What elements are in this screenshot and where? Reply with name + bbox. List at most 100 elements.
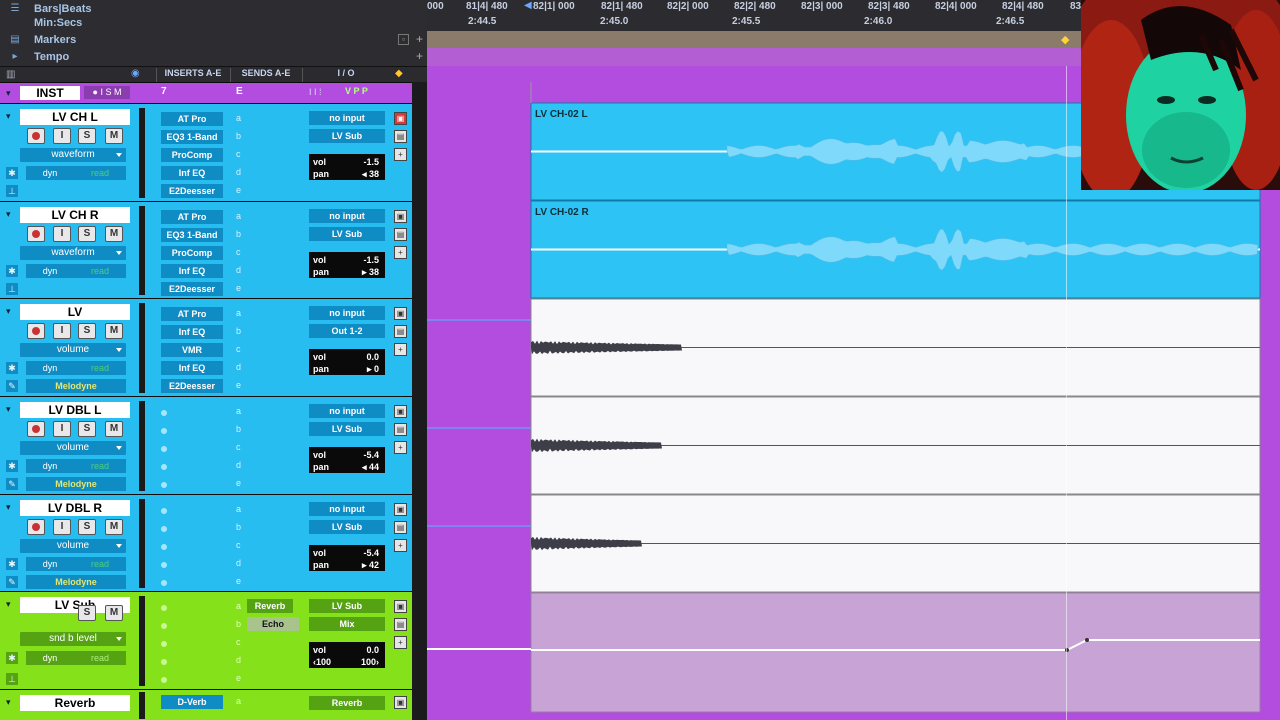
add-send-button[interactable]: +: [394, 148, 407, 161]
record-arm-button[interactable]: [27, 226, 45, 242]
volume-value[interactable]: -5.4: [363, 450, 379, 460]
pan-value[interactable]: ▸ 42: [362, 560, 379, 571]
clip-lv-ch-r[interactable]: LV CH-02 R: [530, 200, 1261, 299]
send-slot-a[interactable]: a: [236, 308, 241, 318]
io-window-button[interactable]: ▤: [394, 228, 407, 241]
output-selector[interactable]: Reverb: [309, 696, 385, 710]
empty-insert-slot[interactable]: [161, 508, 167, 514]
volume-pan-display[interactable]: vol 0.0 pan ▸ 0: [309, 349, 385, 375]
output-selector[interactable]: Out 1-2: [309, 324, 385, 338]
pan-left-value[interactable]: ‹100: [313, 657, 331, 667]
empty-insert-slot[interactable]: [161, 464, 167, 470]
solo-button[interactable]: S: [78, 421, 96, 437]
send-echo[interactable]: Echo: [247, 617, 299, 631]
io-window-button[interactable]: ▤: [394, 325, 407, 338]
marker-window-button[interactable]: ▫: [398, 34, 409, 45]
insert-slot[interactable]: AT Pro: [161, 307, 223, 321]
volume-pan-display[interactable]: vol -1.5 pan ◂ 38: [309, 154, 385, 180]
automation-mode-selector[interactable]: read: [74, 166, 126, 180]
volume-value[interactable]: -1.5: [363, 157, 379, 167]
lane-toggle-icon[interactable]: ⊥: [6, 185, 18, 197]
add-send-button[interactable]: +: [394, 539, 407, 552]
insert-slot[interactable]: ProComp: [161, 148, 223, 162]
dyn-button[interactable]: dyn: [26, 361, 74, 375]
volume-pan-display[interactable]: vol -5.4 pan ◂ 44: [309, 447, 385, 473]
empty-insert-slot[interactable]: [161, 623, 167, 629]
collapse-icon[interactable]: ▾: [6, 306, 11, 317]
input-selector[interactable]: no input: [309, 209, 385, 223]
track-name[interactable]: Reverb: [20, 695, 130, 711]
collapse-icon[interactable]: ▾: [6, 502, 11, 513]
track-name[interactable]: INST: [20, 86, 80, 100]
dyn-button[interactable]: dyn: [26, 459, 74, 473]
send-slot-a[interactable]: a: [236, 696, 241, 706]
volume-pan-display[interactable]: vol 0.0 ‹100 100›: [309, 642, 385, 668]
insert-slot[interactable]: ProComp: [161, 246, 223, 260]
ruler-markers[interactable]: ▤ Markers ▫ +: [0, 31, 427, 48]
mute-button[interactable]: M: [105, 605, 123, 621]
insert-slot[interactable]: D-Verb: [161, 695, 223, 709]
clip-lv-dbl-r[interactable]: [530, 494, 1261, 593]
output-window-button[interactable]: ▣: [394, 210, 407, 223]
insert-slot[interactable]: E2Deesser: [161, 184, 223, 198]
dyn-button[interactable]: dyn: [26, 166, 74, 180]
pan-value[interactable]: ▸ 0: [367, 364, 379, 375]
empty-insert-slot[interactable]: [161, 677, 167, 683]
expand-triangle-icon[interactable]: ▸: [8, 50, 22, 63]
track-lv-dbl-r[interactable]: ▾ LV DBL R I S Mvolume ✱ dyn read ✎ Melodyne a b c d e…: [0, 494, 412, 591]
output-selector[interactable]: LV Sub: [309, 129, 385, 143]
mute-button[interactable]: M: [105, 128, 123, 144]
insert-slot[interactable]: AT Pro: [161, 112, 223, 126]
track-name[interactable]: LV CH R: [20, 207, 130, 223]
asterisk-icon[interactable]: ✱: [6, 558, 18, 570]
asterisk-icon[interactable]: ✱: [6, 167, 18, 179]
empty-insert-slot[interactable]: [161, 446, 167, 452]
pan-right-value[interactable]: 100›: [361, 657, 379, 667]
add-tempo-button[interactable]: +: [416, 49, 423, 63]
pan-value[interactable]: ◂ 44: [362, 462, 379, 473]
volume-pan-display[interactable]: vol -5.4 pan ▸ 42: [309, 545, 385, 571]
collapse-icon[interactable]: ▾: [6, 404, 11, 415]
send-slot-d[interactable]: d: [236, 167, 241, 177]
collapse-icon[interactable]: ▾: [6, 209, 11, 220]
track-view-selector[interactable]: volume: [20, 539, 126, 553]
input-monitor-button[interactable]: I: [53, 421, 71, 437]
send-slot-a[interactable]: a: [236, 113, 241, 123]
volume-value[interactable]: -1.5: [363, 255, 379, 265]
pan-value[interactable]: ◂ 38: [362, 169, 379, 180]
solo-button[interactable]: S: [78, 519, 96, 535]
send-slot-b[interactable]: b: [236, 522, 241, 532]
record-arm-button[interactable]: [27, 421, 45, 437]
send-slot-e[interactable]: e: [236, 673, 241, 683]
asterisk-icon[interactable]: ✱: [6, 652, 18, 664]
volume-value[interactable]: 0.0: [366, 645, 379, 655]
send-slot-b[interactable]: b: [236, 424, 241, 434]
send-slot-b[interactable]: b: [236, 326, 241, 336]
empty-insert-slot[interactable]: [161, 659, 167, 665]
io-window-button[interactable]: ▤: [394, 618, 407, 631]
mute-button[interactable]: M: [105, 421, 123, 437]
add-send-button[interactable]: +: [394, 441, 407, 454]
output-selector[interactable]: LV Sub: [309, 227, 385, 241]
melodyne-plugin-button[interactable]: Melodyne: [26, 575, 126, 589]
automation-mode-selector[interactable]: read: [74, 557, 126, 571]
input-monitor-button[interactable]: I: [53, 323, 71, 339]
insert-slot[interactable]: E2Deesser: [161, 282, 223, 296]
empty-insert-slot[interactable]: [161, 526, 167, 532]
track-name[interactable]: LV: [20, 304, 130, 320]
send-slot-e[interactable]: e: [236, 576, 241, 586]
melodyne-icon[interactable]: ✎: [6, 576, 18, 588]
input-selector[interactable]: no input: [309, 111, 385, 125]
send-slot-c[interactable]: c: [236, 540, 241, 550]
empty-insert-slot[interactable]: [161, 544, 167, 550]
mute-button[interactable]: M: [105, 226, 123, 242]
inst-track-buttons[interactable]: ● I S M: [84, 86, 130, 99]
dyn-button[interactable]: dyn: [26, 264, 74, 278]
track-name[interactable]: LV DBL R: [20, 500, 130, 516]
send-slot-c[interactable]: c: [236, 442, 241, 452]
io-window-button[interactable]: ▤: [394, 521, 407, 534]
record-arm-button[interactable]: [27, 519, 45, 535]
track-lv-sub[interactable]: ▾ LV Sub S Msnd b level ✱ dyn read ⊥ a b c d e Reverb…: [0, 591, 412, 689]
empty-insert-slot[interactable]: [161, 482, 167, 488]
send-slot-e[interactable]: e: [236, 283, 241, 293]
